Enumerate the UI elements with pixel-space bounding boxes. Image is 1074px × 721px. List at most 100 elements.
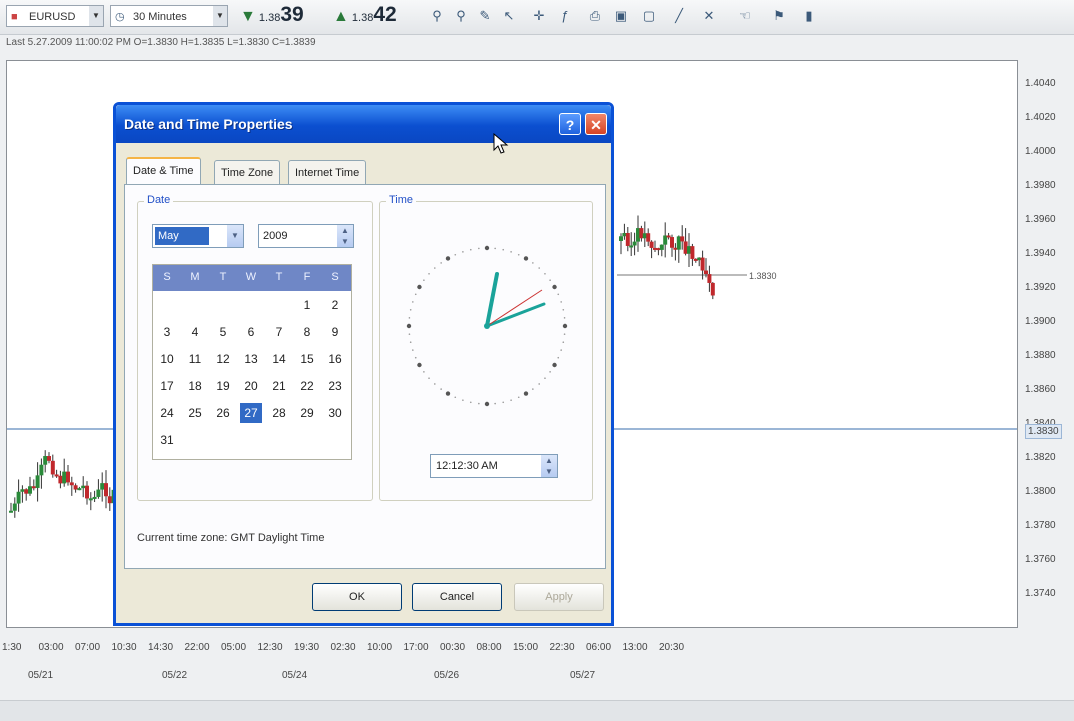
tab-time-zone[interactable]: Time Zone: [214, 160, 281, 184]
candle-body: [73, 485, 78, 490]
spinner-arrows-icon[interactable]: ▲ ▼: [337, 225, 353, 247]
clock-tick: [560, 301, 562, 303]
clock-tick: [560, 349, 562, 351]
timeframe-select[interactable]: ◷ 30 Minutes ▼: [110, 5, 228, 27]
help-button[interactable]: ?: [559, 113, 581, 135]
bar-chart-icon[interactable]: ▮: [800, 7, 818, 25]
calendar-day[interactable]: 2: [324, 295, 346, 315]
spinner-arrows-icon[interactable]: ▲ ▼: [541, 455, 557, 477]
status-bar: [0, 700, 1074, 721]
flag-icon[interactable]: ⚑: [770, 7, 788, 25]
candle-body: [62, 471, 67, 484]
calendar-day[interactable]: 27: [240, 403, 262, 423]
mouse-pointer-icon: [493, 133, 509, 154]
time-tick-label: 02:30: [330, 642, 356, 653]
calendar-day[interactable]: 9: [324, 322, 346, 342]
window-icon[interactable]: ▢: [640, 7, 658, 25]
calendar-day[interactable]: 12: [212, 349, 234, 369]
calendar-day[interactable]: 15: [296, 349, 318, 369]
cursor-tool-icon[interactable]: ↖: [500, 7, 518, 25]
crosshair-icon[interactable]: ✛: [530, 7, 548, 25]
hand-icon[interactable]: ☜: [736, 7, 754, 25]
print-icon[interactable]: ⎙: [586, 7, 604, 25]
clock-tick: [502, 248, 505, 251]
tab-internet-time[interactable]: Internet Time: [288, 160, 367, 184]
calendar-day[interactable]: 16: [324, 349, 346, 369]
calendar-day[interactable]: 23: [324, 376, 346, 396]
chevron-down-icon[interactable]: ▼: [227, 225, 243, 247]
calendar-day[interactable]: 4: [184, 322, 206, 342]
calendar-day[interactable]: 24: [156, 403, 178, 423]
calendar-day[interactable]: 17: [156, 376, 178, 396]
symbol-icon: ■: [11, 11, 18, 23]
calendar-day[interactable]: 25: [184, 403, 206, 423]
zoom-out-icon[interactable]: ⚲: [452, 7, 470, 25]
calendar-day[interactable]: 10: [156, 349, 178, 369]
date-tick-label: 05/27: [570, 670, 596, 681]
save-icon[interactable]: ▣: [612, 7, 630, 25]
zoom-in-icon[interactable]: ⚲: [428, 7, 446, 25]
delete-icon[interactable]: ✕: [700, 7, 718, 25]
date-group: Date May ▼ 2009 ▲ ▼ SMTWTFS 1 2 3 4 5 6 7 8 9 10 11…: [137, 194, 373, 501]
clock-tick: [510, 251, 512, 253]
calendar-day[interactable]: 14: [268, 349, 290, 369]
buy-icon: ▲: [333, 8, 349, 25]
candle-body: [107, 496, 112, 504]
calendar-day[interactable]: 28: [268, 403, 290, 423]
candle-body: [680, 236, 685, 242]
price-tick-label: 1.3880: [1025, 350, 1056, 361]
tab-date-time[interactable]: Date & Time: [126, 157, 201, 185]
candle-body: [710, 282, 715, 296]
calendar-day[interactable]: 30: [324, 403, 346, 423]
calendar-day[interactable]: 22: [296, 376, 318, 396]
weekday-label: S: [163, 271, 171, 283]
time-tick-label: 10:00: [367, 642, 393, 653]
calendar-day[interactable]: 31: [156, 430, 178, 450]
dialog-titlebar[interactable]: Date and Time Properties ? ✕: [116, 105, 611, 143]
calendar-day[interactable]: 11: [184, 349, 206, 369]
calendar-day[interactable]: 5: [212, 322, 234, 342]
sell-quote-button[interactable]: ▼ 1.3839: [240, 3, 304, 31]
calendar-day[interactable]: 19: [212, 376, 234, 396]
year-spinner[interactable]: 2009 ▲ ▼: [258, 224, 354, 248]
indicator-icon[interactable]: ƒ: [556, 7, 574, 25]
calendar-day[interactable]: 13: [240, 349, 262, 369]
calendar-day[interactable]: 3: [156, 322, 178, 342]
price-tick-label: 1.3820: [1025, 452, 1056, 463]
calendar-day[interactable]: 21: [268, 376, 290, 396]
candle-body: [649, 241, 654, 248]
weekday-label: W: [245, 271, 257, 283]
time-spinner[interactable]: 12:12:30 AM ▲ ▼: [430, 454, 558, 478]
ok-button[interactable]: OK: [312, 583, 402, 611]
year-value: 2009: [263, 230, 288, 242]
line-tool-icon[interactable]: ╱: [670, 7, 688, 25]
calendar-day[interactable]: 29: [296, 403, 318, 423]
clock-tick: [412, 349, 414, 351]
sell-price-prefix: 1.38: [258, 12, 281, 24]
close-button[interactable]: ✕: [585, 113, 607, 135]
price-tick-label: 1.3940: [1025, 248, 1056, 259]
time-tick-label: 12:30: [257, 642, 283, 653]
weekday-label: M: [190, 271, 200, 283]
candle-body: [28, 486, 32, 494]
calendar-day[interactable]: 20: [240, 376, 262, 396]
symbol-select[interactable]: ■ EURUSD ▼: [6, 5, 104, 27]
month-select[interactable]: May ▼: [152, 224, 244, 248]
calendar-day[interactable]: 6: [240, 322, 262, 342]
calendar-day[interactable]: 7: [268, 322, 290, 342]
candle-body: [39, 464, 44, 476]
pen-icon[interactable]: ✎: [476, 7, 494, 25]
calendar-day[interactable]: 18: [184, 376, 206, 396]
calendar-day[interactable]: 26: [212, 403, 234, 423]
apply-button[interactable]: Apply: [514, 583, 604, 611]
calendar-day[interactable]: 1: [296, 295, 318, 315]
time-tick-label: 14:30: [148, 642, 174, 653]
cancel-button[interactable]: Cancel: [412, 583, 502, 611]
clock-tick: [434, 383, 436, 385]
clock-tick: [445, 256, 451, 261]
candle-body: [12, 503, 17, 511]
candle-body: [81, 485, 86, 489]
calendar-day[interactable]: 8: [296, 322, 318, 342]
candle-body: [16, 491, 21, 504]
buy-quote-button[interactable]: ▲ 1.3842: [333, 3, 397, 31]
